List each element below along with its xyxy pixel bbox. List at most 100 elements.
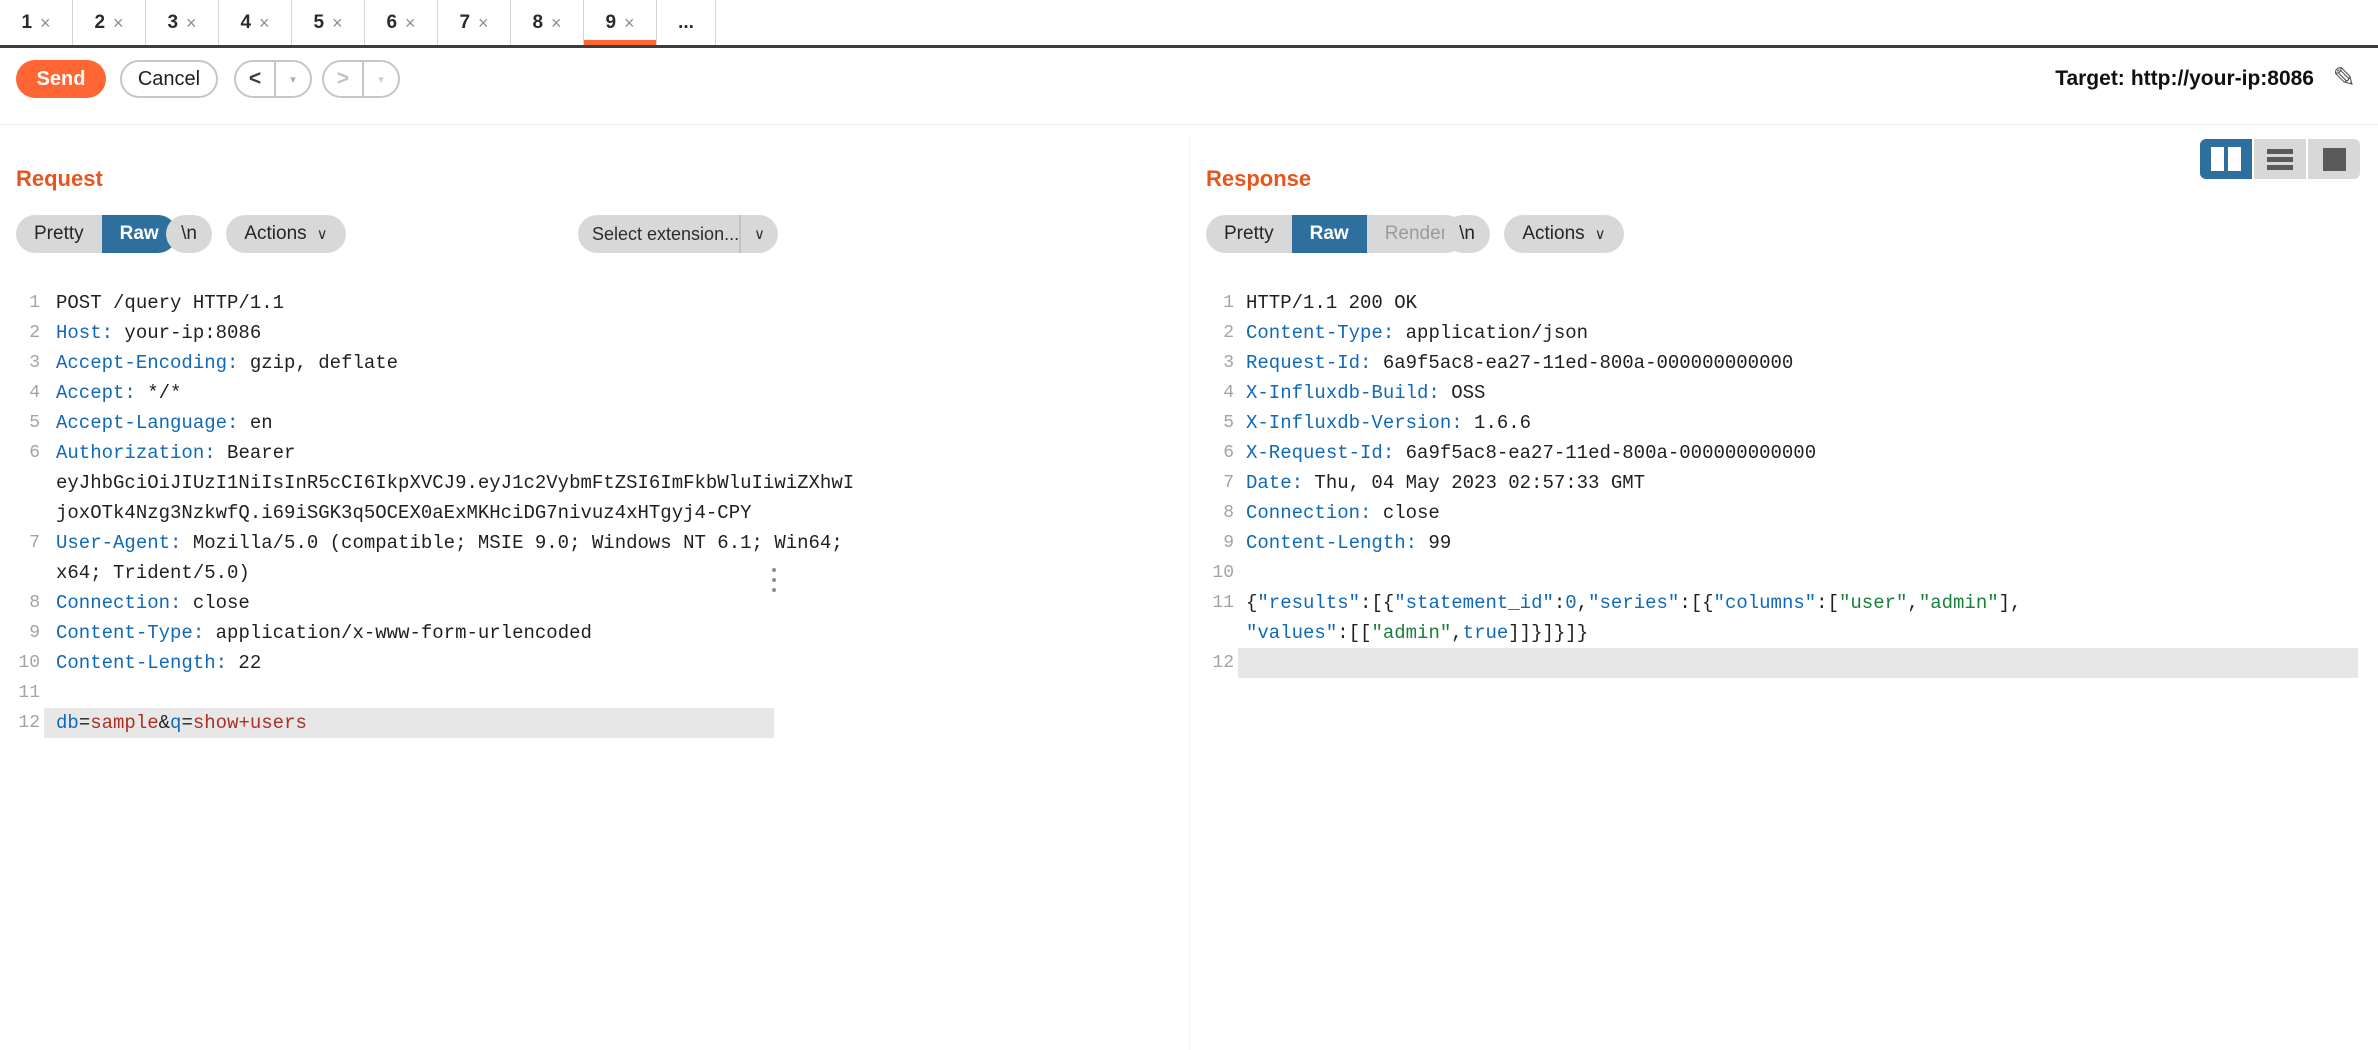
history-forward-group: > ▾ bbox=[322, 60, 400, 98]
repeater-tab-9[interactable]: 9× bbox=[584, 0, 657, 45]
repeater-tab-6[interactable]: 6× bbox=[365, 0, 438, 45]
code-text: Host: your-ip:8086 bbox=[56, 318, 261, 348]
repeater-tab-8[interactable]: 8× bbox=[511, 0, 584, 45]
repeater-tab-4[interactable]: 4× bbox=[219, 0, 292, 45]
tab-close-icon[interactable]: × bbox=[405, 14, 416, 32]
tab-close-icon[interactable]: × bbox=[259, 14, 270, 32]
code-row: 6Authorization: Bearer bbox=[0, 438, 1188, 468]
splitter-grip[interactable] bbox=[772, 568, 776, 592]
line-number: 9 bbox=[0, 618, 40, 648]
line-number: 9 bbox=[1190, 528, 1234, 558]
repeater-tab-3[interactable]: 3× bbox=[146, 0, 219, 45]
tab-close-icon[interactable]: × bbox=[332, 14, 343, 32]
chevron-down-icon: ∨ bbox=[739, 215, 778, 253]
tab-label: 2 bbox=[94, 12, 105, 34]
code-text: Content-Type: application/x-www-form-url… bbox=[56, 618, 592, 648]
repeater-tab-5[interactable]: 5× bbox=[292, 0, 365, 45]
request-editor[interactable]: 1POST /query HTTP/1.12Host: your-ip:8086… bbox=[0, 288, 1188, 738]
back-button[interactable]: < bbox=[236, 62, 274, 96]
code-row: 8Connection: close bbox=[0, 588, 1188, 618]
line-number: 3 bbox=[0, 348, 40, 378]
tab-label: ... bbox=[678, 12, 694, 34]
code-row: 11 bbox=[0, 678, 1188, 708]
response-tab-pretty[interactable]: Pretty bbox=[1206, 215, 1292, 253]
line-number: 1 bbox=[1190, 288, 1234, 318]
line-number: 11 bbox=[0, 678, 40, 708]
repeater-toolbar: Send Cancel < ▾ > ▾ Target:http://your-i… bbox=[0, 60, 2378, 104]
code-row: 10Content-Length: 22 bbox=[0, 648, 1188, 678]
response-panel-title: Response bbox=[1206, 166, 1311, 192]
repeater-tab-...[interactable]: ... bbox=[657, 0, 716, 45]
target-info: Target:http://your-ip:8086 bbox=[2055, 67, 2314, 91]
code-text: Content-Length: 22 bbox=[56, 648, 261, 678]
code-row: 12 bbox=[1190, 648, 2378, 678]
code-row: 6X-Request-Id: 6a9f5ac8-ea27-11ed-800a-0… bbox=[1190, 438, 2378, 468]
code-text: X-Influxdb-Build: OSS bbox=[1246, 378, 1485, 408]
response-actions-dropdown[interactable]: Actions ∨ bbox=[1504, 215, 1624, 253]
code-text: joxOTk4Nzg3NzkwfQ.i69iSGK3q5OCEX0aExMKHc… bbox=[56, 498, 752, 528]
line-number: 5 bbox=[0, 408, 40, 438]
layout-rows-button[interactable] bbox=[2254, 139, 2306, 179]
code-row: 1POST /query HTTP/1.1 bbox=[0, 288, 1188, 318]
tab-close-icon[interactable]: × bbox=[551, 14, 562, 32]
actions-label: Actions bbox=[244, 223, 306, 245]
code-text: Date: Thu, 04 May 2023 02:57:33 GMT bbox=[1246, 468, 1645, 498]
code-row: 4Accept: */* bbox=[0, 378, 1188, 408]
code-text: User-Agent: Mozilla/5.0 (compatible; MSI… bbox=[56, 528, 843, 558]
request-newline-toggle[interactable]: \n bbox=[166, 215, 212, 253]
line-number: 7 bbox=[1190, 468, 1234, 498]
chevron-down-icon: ∨ bbox=[1595, 225, 1606, 243]
code-row: 12 db=sample&q=show+users bbox=[0, 708, 1188, 738]
layout-single-button[interactable] bbox=[2308, 139, 2360, 179]
code-row: 7User-Agent: Mozilla/5.0 (compatible; MS… bbox=[0, 528, 1188, 558]
actions-label: Actions bbox=[1522, 223, 1584, 245]
current-line-highlight bbox=[1238, 648, 2358, 678]
tab-close-icon[interactable]: × bbox=[113, 14, 124, 32]
response-newline-toggle[interactable]: \n bbox=[1444, 215, 1490, 253]
code-text: db=sample&q=show+users bbox=[56, 708, 307, 738]
send-button[interactable]: Send bbox=[16, 60, 106, 98]
target-label: Target: bbox=[2055, 67, 2125, 90]
tab-close-icon[interactable]: × bbox=[186, 14, 197, 32]
code-text: x64; Trident/5.0) bbox=[56, 558, 250, 588]
request-actions-dropdown[interactable]: Actions ∨ bbox=[226, 215, 346, 253]
caret-down-icon: ▾ bbox=[378, 73, 384, 86]
code-row: x64; Trident/5.0) bbox=[0, 558, 1188, 588]
repeater-tab-1[interactable]: 1× bbox=[0, 0, 73, 45]
panel-divider bbox=[1189, 135, 1190, 1050]
tab-close-icon[interactable]: × bbox=[624, 14, 635, 32]
tab-label: 9 bbox=[605, 12, 616, 34]
chevron-down-icon: ∨ bbox=[317, 225, 328, 243]
line-number: 5 bbox=[1190, 408, 1234, 438]
line-number: 3 bbox=[1190, 348, 1234, 378]
layout-columns-button[interactable] bbox=[2200, 139, 2252, 179]
select-extension-value: Select extension... bbox=[578, 224, 739, 245]
back-history-dropdown[interactable]: ▾ bbox=[274, 62, 310, 96]
line-number: 12 bbox=[0, 708, 40, 738]
code-row: 3Accept-Encoding: gzip, deflate bbox=[0, 348, 1188, 378]
edit-target-pencil-icon[interactable]: ✎ bbox=[2333, 61, 2356, 94]
response-tab-raw[interactable]: Raw bbox=[1292, 215, 1367, 253]
tab-close-icon[interactable]: × bbox=[40, 14, 51, 32]
code-text: Authorization: Bearer bbox=[56, 438, 295, 468]
code-text: {"results":[{"statement_id":0,"series":[… bbox=[1246, 588, 2021, 618]
repeater-tab-7[interactable]: 7× bbox=[438, 0, 511, 45]
line-number: 4 bbox=[1190, 378, 1234, 408]
code-text: HTTP/1.1 200 OK bbox=[1246, 288, 1417, 318]
cancel-button[interactable]: Cancel bbox=[120, 60, 218, 98]
response-view-tabs: PrettyRawRender bbox=[1206, 215, 1465, 253]
history-back-group: < ▾ bbox=[234, 60, 312, 98]
request-panel-title: Request bbox=[16, 166, 103, 192]
response-editor[interactable]: 1 HTTP/1.1 200 OK2Content-Type: applicati… bbox=[1190, 288, 2378, 678]
line-number: 8 bbox=[1190, 498, 1234, 528]
columns-icon bbox=[2211, 147, 2224, 171]
code-row: 2Content-Type: application/json bbox=[1190, 318, 2378, 348]
panel-layout-switcher bbox=[2200, 139, 2360, 179]
rows-icon bbox=[2267, 149, 2293, 170]
line-number: 4 bbox=[0, 378, 40, 408]
tab-close-icon[interactable]: × bbox=[478, 14, 489, 32]
code-row: 11{"results":[{"statement_id":0,"series"… bbox=[1190, 588, 2378, 618]
select-extension-dropdown[interactable]: Select extension... ∨ bbox=[578, 215, 778, 253]
request-tab-pretty[interactable]: Pretty bbox=[16, 215, 102, 253]
repeater-tab-2[interactable]: 2× bbox=[73, 0, 146, 45]
